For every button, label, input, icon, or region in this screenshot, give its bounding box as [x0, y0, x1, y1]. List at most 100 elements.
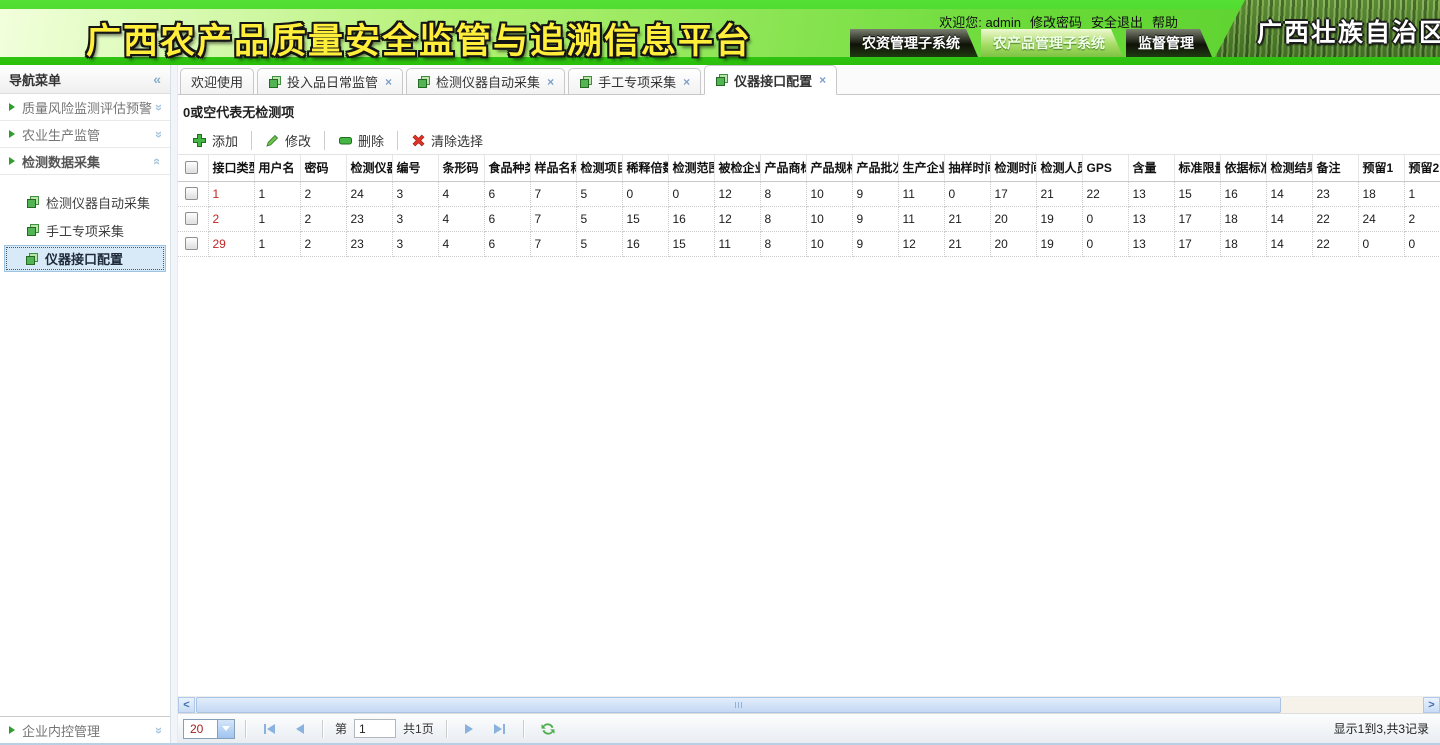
- sidebar-item-0[interactable]: 质量风险监测评估预警«: [0, 94, 170, 121]
- prev-page-button[interactable]: [288, 724, 312, 734]
- select-all-checkbox[interactable]: [185, 161, 198, 174]
- cell: 8: [760, 206, 806, 231]
- sidebar-item-enterprise-control[interactable]: 企业内控管理 «: [0, 717, 170, 743]
- tab-close-icon[interactable]: ×: [819, 73, 826, 87]
- column-header-1: 用户名: [254, 155, 300, 181]
- system-tab-0[interactable]: 农资管理子系统: [850, 29, 978, 57]
- cell: 15: [1174, 181, 1220, 206]
- cell: 4: [438, 181, 484, 206]
- sidebar-item-1[interactable]: 农业生产监管«: [0, 121, 170, 148]
- cell: 1: [1404, 181, 1440, 206]
- cell: 24: [346, 181, 392, 206]
- cell: 0: [1082, 206, 1128, 231]
- column-header-9: 稀释倍数: [622, 155, 668, 181]
- pagination-bar: 20 第 共1页 显示1到3,共3记录: [178, 713, 1440, 743]
- column-header-12: 产品商标: [760, 155, 806, 181]
- red-x-icon: [411, 133, 426, 148]
- sidebar-item-2[interactable]: 检测数据采集«: [0, 148, 170, 175]
- cell: 18: [1220, 231, 1266, 256]
- edit-button[interactable]: 修改: [256, 131, 320, 150]
- table-row-1[interactable]: 2122334675151612810911212019013171814222…: [178, 206, 1440, 231]
- scroll-right-button[interactable]: >: [1423, 697, 1440, 713]
- cell: 13: [1128, 231, 1174, 256]
- tab-3[interactable]: 手工专项采集×: [568, 68, 701, 95]
- cell: 4: [438, 206, 484, 231]
- sidebar-subitem-0[interactable]: 检测仪器自动采集: [0, 188, 170, 216]
- system-tab-2[interactable]: 监督管理: [1126, 29, 1212, 57]
- cell: 20: [990, 231, 1036, 256]
- row-checkbox[interactable]: [185, 237, 198, 250]
- cell: 0: [944, 181, 990, 206]
- layout-splitter[interactable]: [171, 65, 178, 743]
- cell: 7: [530, 206, 576, 231]
- cell: 5: [576, 231, 622, 256]
- cell: 14: [1266, 206, 1312, 231]
- cell: 1: [208, 181, 254, 206]
- page-number-input[interactable]: [354, 719, 396, 738]
- cell: 7: [530, 181, 576, 206]
- total-pages-label: 共1页: [401, 720, 436, 737]
- cell: 22: [1082, 181, 1128, 206]
- cell: 5: [576, 181, 622, 206]
- tab-2[interactable]: 检测仪器自动采集×: [406, 68, 565, 95]
- cell: 24: [1358, 206, 1404, 231]
- column-header-22: 依据标准: [1220, 155, 1266, 181]
- cell: 6: [484, 181, 530, 206]
- column-header-0: 接口类型: [208, 155, 254, 181]
- cell: 16: [668, 206, 714, 231]
- sidebar-subitem-2[interactable]: 仪器接口配置: [4, 245, 166, 272]
- system-tab-1[interactable]: 农产品管理子系统: [981, 29, 1123, 57]
- column-header-7: 样品名称: [530, 155, 576, 181]
- cell: 18: [1358, 181, 1404, 206]
- cell: 4: [438, 231, 484, 256]
- scroll-left-button[interactable]: <: [178, 697, 195, 713]
- sidebar-subitem-1[interactable]: 手工专项采集: [0, 216, 170, 244]
- scrollbar-thumb[interactable]: [196, 697, 1281, 713]
- tab-close-icon[interactable]: ×: [385, 75, 392, 89]
- cell: 9: [852, 231, 898, 256]
- column-header-17: 检测时间: [990, 155, 1036, 181]
- clear-selection-button[interactable]: 清除选择: [402, 131, 492, 150]
- next-page-button[interactable]: [457, 724, 481, 734]
- cell: 6: [484, 231, 530, 256]
- triangle-icon: [9, 130, 15, 138]
- document-icon: [579, 75, 593, 89]
- cell: 20: [990, 206, 1036, 231]
- collapse-sidebar-icon[interactable]: «: [153, 71, 161, 87]
- column-header-19: GPS: [1082, 155, 1128, 181]
- column-header-13: 产品规格: [806, 155, 852, 181]
- tab-4[interactable]: 仪器接口配置×: [704, 65, 837, 95]
- cell: 2: [300, 206, 346, 231]
- tab-close-icon[interactable]: ×: [547, 75, 554, 89]
- first-page-button[interactable]: [256, 724, 283, 734]
- cell: 10: [806, 206, 852, 231]
- cell: 8: [760, 181, 806, 206]
- cell: 0: [1404, 231, 1440, 256]
- row-checkbox[interactable]: [185, 187, 198, 200]
- column-header-11: 被检企业: [714, 155, 760, 181]
- cell: 19: [1036, 231, 1082, 256]
- refresh-icon[interactable]: [534, 721, 562, 737]
- add-button[interactable]: 添加: [183, 131, 247, 150]
- column-header-25: 预留1: [1358, 155, 1404, 181]
- column-header-23: 检测结果: [1266, 155, 1312, 181]
- page-prefix-label: 第: [333, 720, 349, 737]
- tab-1[interactable]: 投入品日常监管×: [257, 68, 403, 95]
- column-header-18: 检测人员: [1036, 155, 1082, 181]
- column-header-15: 生产企业: [898, 155, 944, 181]
- row-checkbox[interactable]: [185, 212, 198, 225]
- page-size-select[interactable]: 20: [183, 719, 235, 739]
- delete-button[interactable]: 删除: [329, 131, 393, 150]
- cell: 19: [1036, 206, 1082, 231]
- cell: 17: [1174, 206, 1220, 231]
- document-icon: [268, 75, 282, 89]
- delete-icon: [338, 133, 353, 148]
- table-row-0[interactable]: 1122434675001281091101721221315161423181: [178, 181, 1440, 206]
- tab-close-icon[interactable]: ×: [683, 75, 690, 89]
- cell: 17: [1174, 231, 1220, 256]
- tab-0[interactable]: 欢迎使用: [180, 68, 254, 95]
- table-row-2[interactable]: 2912233467516151181091221201901317181422…: [178, 231, 1440, 256]
- last-page-button[interactable]: [486, 724, 513, 734]
- cell: 2: [300, 181, 346, 206]
- chevron-down-icon: «: [151, 130, 164, 137]
